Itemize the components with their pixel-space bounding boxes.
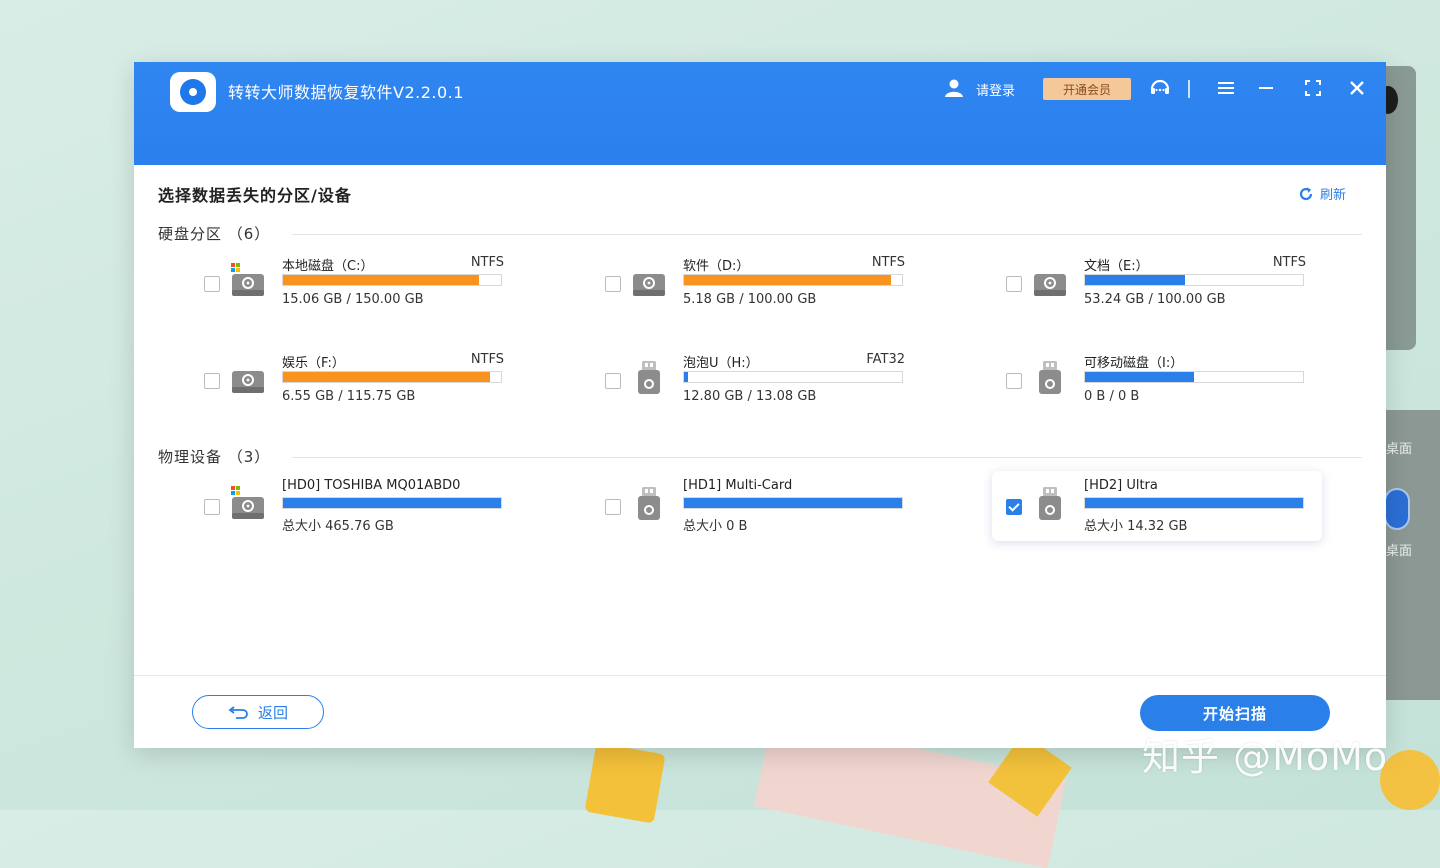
usage-bar-fill [1085, 498, 1303, 508]
usage-bar [683, 274, 903, 286]
drive-size: 15.06 GB / 150.00 GB [282, 292, 424, 307]
drive-size: 总大小 14.32 GB [1084, 519, 1188, 534]
page-title: 选择数据丢失的分区/设备 [158, 186, 352, 205]
drive-name: 娱乐（F:） [282, 356, 345, 371]
divider [1188, 80, 1190, 98]
drive-size: 12.80 GB / 13.08 GB [683, 389, 817, 404]
drive-card[interactable]: [HD0] TOSHIBA MQ01ABD0 总大小 465.76 GB [134, 478, 502, 555]
usage-bar-fill [1085, 372, 1194, 382]
support-icon[interactable] [1148, 76, 1172, 100]
usage-bar-fill [283, 275, 480, 285]
desktop-decoration [1380, 750, 1440, 810]
refresh-icon [1299, 187, 1313, 200]
title-bar: 转转大师数据恢复软件V2.2.0.1 请登录 开通会员 [134, 62, 1386, 165]
system-disk-icon [231, 263, 264, 296]
user-icon[interactable] [944, 78, 964, 98]
drive-name: 可移动磁盘（I:） [1084, 356, 1184, 371]
drive-name: 软件（D:） [683, 259, 750, 274]
app-title: 转转大师数据恢复软件V2.2.0.1 [228, 83, 464, 102]
hard-disk-icon [633, 274, 665, 296]
drive-name: 文档（E:） [1084, 259, 1149, 274]
drive-size: 6.55 GB / 115.75 GB [282, 389, 416, 404]
usb-drive-icon [1039, 487, 1061, 520]
back-button[interactable]: 返回 [192, 695, 324, 729]
hard-disk-icon [232, 371, 264, 393]
drive-size: 总大小 465.76 GB [282, 519, 394, 534]
drive-name: 本地磁盘（C:） [282, 259, 374, 274]
drive-size: 总大小 0 B [683, 519, 748, 534]
desktop-app-icon[interactable] [1384, 488, 1410, 530]
file-system-label: NTFS [470, 255, 504, 270]
app-logo-icon [170, 72, 216, 112]
back-label: 返回 [257, 703, 288, 722]
file-system-label: NTFS [871, 255, 905, 270]
app-window: 转转大师数据恢复软件V2.2.0.1 请登录 开通会员 选择数据丢失的分区/设备 [134, 62, 1386, 748]
partitions-title: 硬盘分区 （6） [158, 225, 271, 243]
close-icon[interactable] [1345, 76, 1369, 100]
drive-card[interactable]: 文档（E:） NTFS 53.24 GB / 100.00 GB [936, 255, 1306, 332]
system-disk-icon [231, 486, 264, 519]
drive-name: [HD2] Ultra [1084, 478, 1158, 493]
file-system-label: FAT32 [866, 352, 905, 367]
login-link[interactable]: 请登录 [976, 80, 1015, 99]
desktop-label: 桌面 [1386, 442, 1413, 457]
drive-card[interactable]: 可移动磁盘（I:） 0 B / 0 B [936, 356, 1304, 429]
usage-bar [1084, 497, 1304, 509]
drive-name: [HD0] TOSHIBA MQ01ABD0 [282, 478, 461, 493]
usage-bar-fill [283, 498, 501, 508]
hard-disk-icon [1034, 274, 1066, 296]
refresh-button[interactable]: 刷新 [1298, 184, 1346, 203]
usage-bar [1084, 274, 1304, 286]
devices-title: 物理设备 （3） [158, 448, 271, 466]
divider [292, 457, 1362, 458]
divider [292, 234, 1362, 235]
refresh-label: 刷新 [1320, 188, 1347, 203]
drive-size: 5.18 GB / 100.00 GB [683, 292, 817, 307]
usage-bar-fill [684, 275, 892, 285]
drive-card[interactable]: 软件（D:） NTFS 5.18 GB / 100.00 GB [535, 255, 905, 332]
desktop-decoration [584, 742, 666, 824]
usage-bar-fill [283, 372, 491, 382]
drive-card[interactable]: 本地磁盘（C:） NTFS 15.06 GB / 150.00 GB [134, 255, 504, 332]
main-content: 选择数据丢失的分区/设备 刷新 硬盘分区 （6） 物理设备 （3） 本地磁盘（C… [134, 165, 1386, 748]
back-arrow-icon [228, 706, 248, 719]
usage-bar-fill [1085, 275, 1186, 285]
watermark: 知乎 @MoMo [1142, 735, 1389, 779]
drive-card[interactable]: [HD1] Multi-Card 总大小 0 B [535, 478, 903, 555]
usage-bar [683, 497, 903, 509]
usage-bar [282, 371, 502, 383]
usb-drive-icon [1039, 361, 1061, 394]
usb-drive-icon [638, 361, 660, 394]
usage-bar-fill [684, 498, 902, 508]
desktop-label: 桌面 [1386, 544, 1413, 559]
file-system-label: NTFS [1272, 255, 1306, 270]
minimize-icon[interactable] [1254, 76, 1278, 100]
usage-bar [282, 274, 502, 286]
divider [134, 675, 1386, 676]
usage-bar [282, 497, 502, 509]
file-system-label: NTFS [470, 352, 504, 367]
drive-name: 泡泡U（H:） [683, 356, 759, 371]
drive-card[interactable]: [HD2] Ultra 总大小 14.32 GB [992, 471, 1322, 541]
drive-name: [HD1] Multi-Card [683, 478, 793, 493]
usage-bar [1084, 371, 1304, 383]
drive-card[interactable]: 泡泡U（H:） FAT32 12.80 GB / 13.08 GB [535, 352, 905, 429]
vip-button[interactable]: 开通会员 [1043, 78, 1131, 100]
menu-icon[interactable] [1214, 76, 1238, 100]
drive-card[interactable]: 娱乐（F:） NTFS 6.55 GB / 115.75 GB [134, 352, 504, 429]
usb-drive-icon [638, 487, 660, 520]
usage-bar-fill [684, 372, 689, 382]
drive-size: 53.24 GB / 100.00 GB [1084, 292, 1226, 307]
usage-bar [683, 371, 903, 383]
drive-size: 0 B / 0 B [1084, 389, 1140, 404]
maximize-icon[interactable] [1301, 76, 1325, 100]
